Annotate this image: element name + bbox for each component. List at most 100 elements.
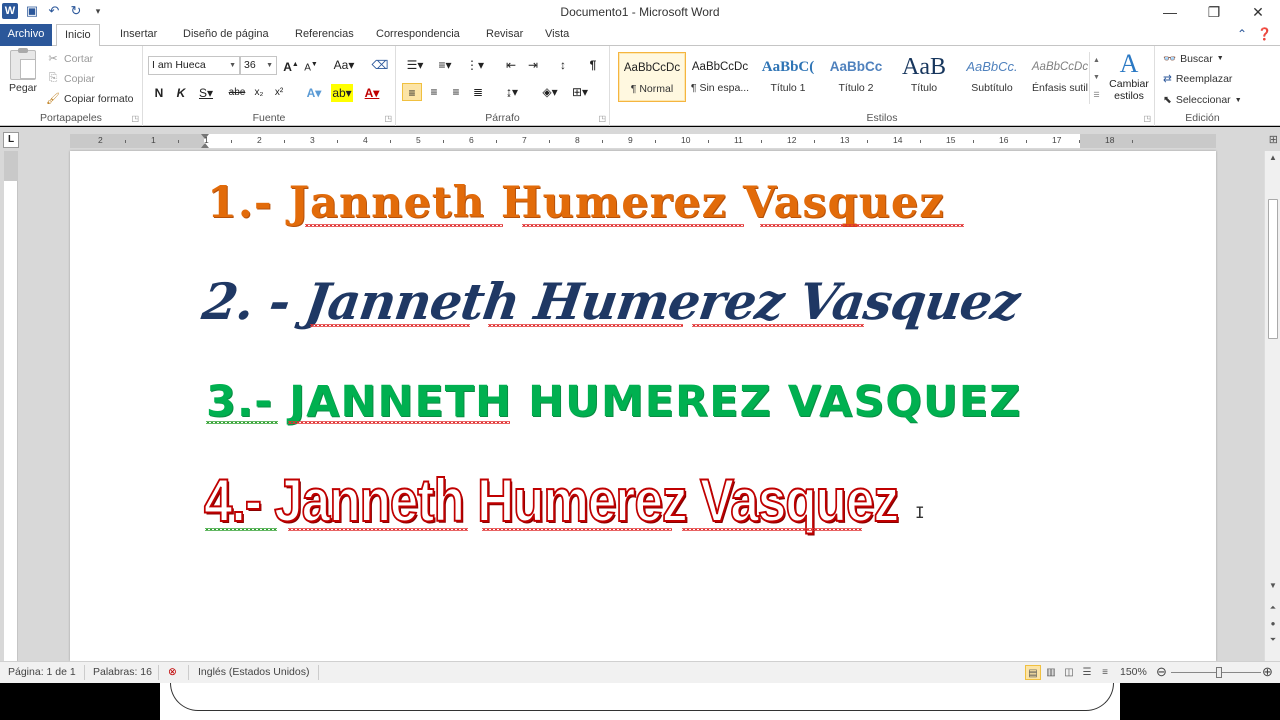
replace-button[interactable]: ⇄ Reemplazar bbox=[1163, 73, 1232, 85]
sort-icon[interactable]: ↕ bbox=[554, 56, 572, 74]
zoom-in-icon[interactable]: ⊕ bbox=[1262, 664, 1273, 680]
multilevel-list-icon[interactable]: ⋮▾ bbox=[464, 56, 486, 74]
styles-gallery-scroll[interactable]: ▲ ▼ ☰ bbox=[1089, 52, 1103, 104]
cut-button[interactable]: ✂ Cortar bbox=[46, 52, 93, 66]
increase-indent-icon[interactable]: ⇥ bbox=[524, 56, 542, 74]
full-screen-reading-icon[interactable]: ▥ bbox=[1043, 665, 1059, 680]
collapse-ribbon-icon[interactable]: ⌃ bbox=[1237, 27, 1247, 41]
draft-icon[interactable]: ≡ bbox=[1097, 665, 1113, 680]
font-color-icon[interactable]: A▾ bbox=[361, 84, 383, 102]
tab-inicio[interactable]: Inicio bbox=[56, 24, 100, 47]
document-line-1[interactable]: 1.- Janneth Humerez Vasquez bbox=[207, 178, 945, 228]
bullets-icon[interactable]: ☰▾ bbox=[404, 56, 426, 74]
gallery-up-icon[interactable]: ▲ bbox=[1093, 57, 1100, 64]
web-layout-icon[interactable]: ◫ bbox=[1061, 665, 1077, 680]
zoom-out-icon[interactable]: ⊖ bbox=[1156, 664, 1167, 680]
font-size-select[interactable]: 36 ▼ bbox=[240, 56, 277, 75]
align-center-icon[interactable]: ≡ bbox=[425, 83, 443, 101]
scroll-up-icon[interactable]: ▲ bbox=[1265, 153, 1280, 162]
style-normal[interactable]: AaBbCcDc ¶ Normal bbox=[618, 52, 686, 102]
ruler-number: 1 bbox=[151, 135, 156, 145]
format-painter-button[interactable]: 🖌 Copiar formato bbox=[46, 92, 133, 106]
gallery-more-icon[interactable]: ☰ bbox=[1093, 91, 1099, 99]
scroll-down-icon[interactable]: ▼ bbox=[1265, 581, 1280, 590]
italic-icon[interactable]: K bbox=[173, 84, 189, 102]
copy-button[interactable]: ⎘ Copiar bbox=[46, 72, 95, 85]
show-marks-icon[interactable]: ¶ bbox=[584, 56, 602, 74]
gallery-down-icon[interactable]: ▼ bbox=[1093, 74, 1100, 81]
style-title[interactable]: AaB Título bbox=[890, 52, 958, 102]
ruler-tick bbox=[230, 140, 232, 143]
style-heading-1[interactable]: AaBbC( Título 1 bbox=[754, 52, 822, 102]
bold-icon[interactable]: N bbox=[151, 84, 167, 102]
style-heading-2[interactable]: AaBbCc Título 2 bbox=[822, 52, 890, 102]
ruler-tick bbox=[919, 140, 921, 143]
language-indicator[interactable]: Inglés (Estados Unidos) bbox=[198, 666, 309, 678]
tab-revisar[interactable]: Revisar bbox=[478, 24, 531, 46]
vertical-scrollbar[interactable]: ▲ ▼ ⏶ ● ⏷ bbox=[1264, 151, 1280, 661]
change-styles-button[interactable]: A Cambiar estilos bbox=[1106, 49, 1152, 103]
outline-icon[interactable]: ☰ bbox=[1079, 665, 1095, 680]
tab-vista[interactable]: Vista bbox=[537, 24, 577, 46]
shrink-font-icon[interactable]: A▼ bbox=[303, 56, 319, 74]
document-line-4[interactable]: 4.- Janneth Humerez Vasquez bbox=[203, 466, 900, 535]
subscript-icon[interactable]: x₂ bbox=[251, 84, 267, 102]
style-subtitle[interactable]: AaBbCc. Subtítulo bbox=[958, 52, 1026, 102]
superscript-icon[interactable]: x² bbox=[271, 84, 287, 102]
zoom-slider-thumb[interactable] bbox=[1216, 667, 1222, 678]
ruler-number: 2 bbox=[98, 135, 103, 145]
previous-page-icon[interactable]: ⏶ bbox=[1265, 603, 1280, 613]
word-count[interactable]: Palabras: 16 bbox=[93, 666, 152, 678]
page-count[interactable]: Página: 1 de 1 bbox=[8, 666, 76, 678]
strikethrough-icon[interactable]: abe bbox=[227, 84, 247, 102]
restore-button[interactable]: ❐ bbox=[1192, 0, 1236, 24]
justify-icon[interactable]: ≣ bbox=[469, 83, 487, 101]
tab-insertar[interactable]: Insertar bbox=[112, 24, 165, 46]
tab-diseno-pagina[interactable]: Diseño de página bbox=[175, 24, 277, 46]
minimize-button[interactable]: — bbox=[1148, 0, 1192, 24]
vertical-ruler[interactable] bbox=[4, 151, 18, 661]
clear-format-icon[interactable]: ⌫ bbox=[371, 56, 389, 74]
paste-button[interactable]: Pegar bbox=[6, 48, 40, 94]
align-left-icon[interactable]: ≡ bbox=[402, 83, 422, 101]
text-effects-icon[interactable]: A▾ bbox=[303, 84, 325, 102]
shading-icon[interactable]: ◈▾ bbox=[538, 83, 562, 101]
view-ruler-icon[interactable]: ⊞ bbox=[1269, 133, 1278, 146]
highlight-icon[interactable]: ab▾ bbox=[331, 84, 353, 102]
decrease-indent-icon[interactable]: ⇤ bbox=[502, 56, 520, 74]
find-button[interactable]: 👓 Buscar ▼ bbox=[1163, 52, 1224, 66]
close-button[interactable]: ✕ bbox=[1236, 0, 1280, 24]
document-line-2[interactable]: 2. - Janneth Humerez Vasquez bbox=[199, 272, 1023, 331]
paste-label: Pegar bbox=[8, 82, 38, 94]
tab-selector-icon[interactable]: L bbox=[3, 132, 19, 148]
borders-icon[interactable]: ⊞▾ bbox=[568, 83, 592, 101]
zoom-level[interactable]: 150% bbox=[1120, 666, 1147, 678]
line-spacing-icon[interactable]: ↨▾ bbox=[500, 83, 524, 101]
tab-referencias[interactable]: Referencias bbox=[287, 24, 362, 46]
clipboard-launcher-icon[interactable]: ◳ bbox=[131, 114, 139, 123]
styles-launcher-icon[interactable]: ◳ bbox=[1143, 114, 1151, 123]
style-no-spacing[interactable]: AaBbCcDc ¶ Sin espa... bbox=[686, 52, 754, 102]
grow-font-icon[interactable]: A▲ bbox=[283, 56, 299, 74]
next-page-icon[interactable]: ⏷ bbox=[1265, 635, 1280, 645]
window-title: Documento1 - Microsoft Word bbox=[560, 5, 720, 19]
help-icon[interactable]: ❓ bbox=[1257, 27, 1272, 41]
font-name-select[interactable]: I am Hueca ▼ bbox=[148, 56, 240, 75]
change-styles-icon: A bbox=[1119, 49, 1139, 78]
change-case-icon[interactable]: Aa▾ bbox=[333, 56, 355, 74]
horizontal-ruler[interactable]: 2 1 1 2 3 4 5 6 7 8 9 10 11 12 13 14 15 16 17 18 bbox=[70, 134, 1216, 148]
numbering-icon[interactable]: ≡▾ bbox=[434, 56, 456, 74]
select-button[interactable]: ⬉ Seleccionar ▼ bbox=[1163, 94, 1242, 106]
browse-object-icon[interactable]: ● bbox=[1265, 619, 1280, 628]
align-right-icon[interactable]: ≡ bbox=[447, 83, 465, 101]
style-subtle-emphasis[interactable]: AaBbCcDc Énfasis sutil bbox=[1026, 52, 1094, 102]
tab-archivo[interactable]: Archivo bbox=[0, 24, 52, 46]
document-line-3[interactable]: 3.- JANNETH HUMEREZ VASQUEZ bbox=[206, 377, 1021, 427]
underline-icon[interactable]: S▾ bbox=[195, 84, 217, 102]
proofing-icon[interactable]: ⊗ bbox=[168, 666, 177, 678]
font-launcher-icon[interactable]: ◳ bbox=[384, 114, 392, 123]
paragraph-launcher-icon[interactable]: ◳ bbox=[598, 114, 606, 123]
scroll-thumb[interactable] bbox=[1268, 199, 1278, 339]
tab-correspondencia[interactable]: Correspondencia bbox=[368, 24, 468, 46]
print-layout-icon[interactable]: ▤ bbox=[1025, 665, 1041, 680]
